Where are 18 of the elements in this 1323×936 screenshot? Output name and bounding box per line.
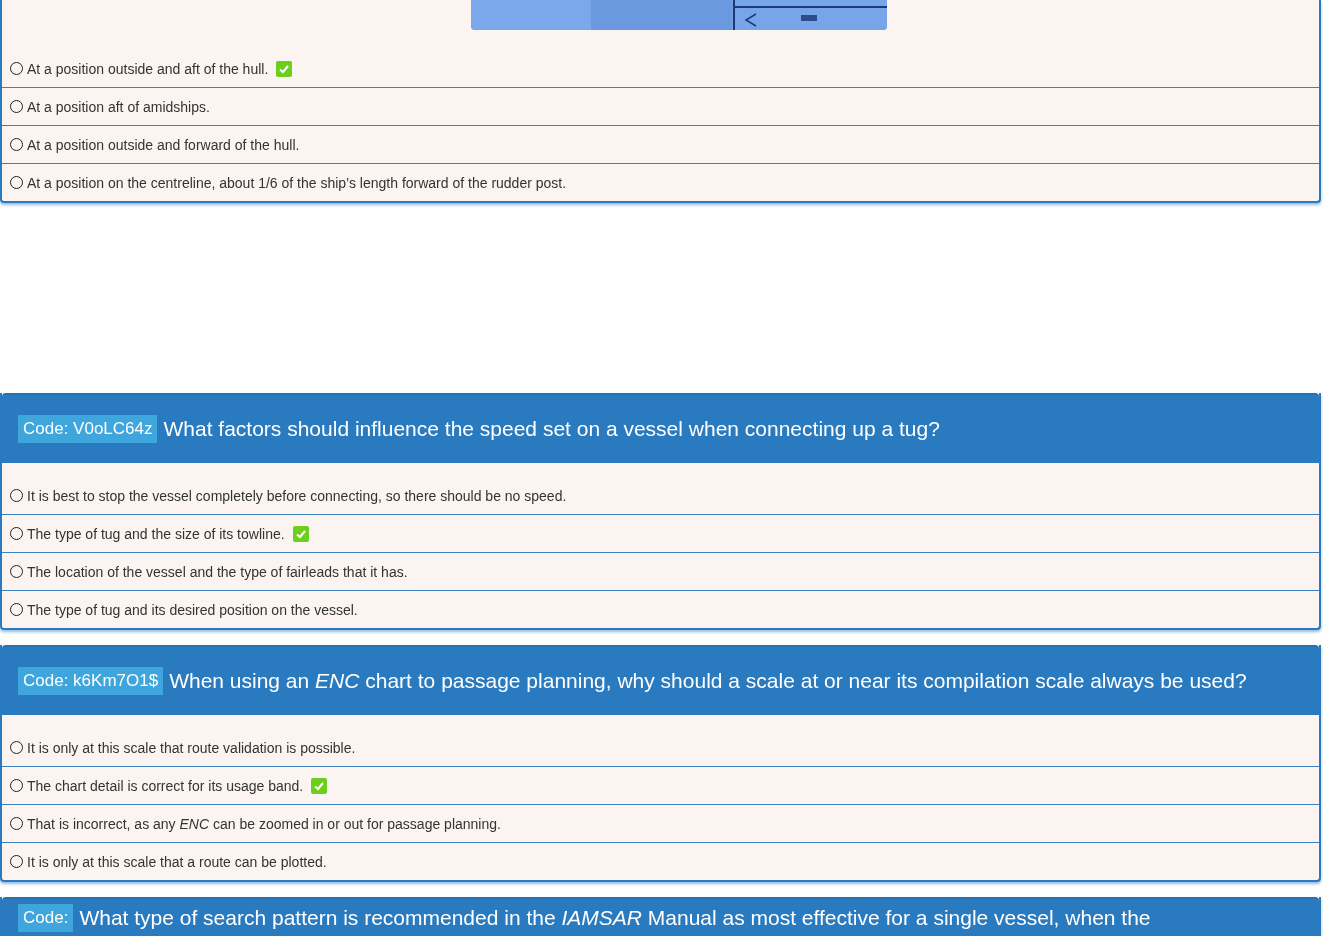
answer-text: It is only at this scale that route validation is possible. <box>27 739 356 756</box>
answer-text: The location of the vessel and the type of fairleads that it has. <box>27 563 408 580</box>
question-text: When using an ENC chart to passage planning, why should a scale at or near its compilation scale always be used? <box>169 669 1247 693</box>
question-text: What type of search pattern is recommended in the IAMSAR Manual as most effective for a single vessel, when the <box>79 906 1151 930</box>
question-code: Code: k6Km7O1$ <box>18 667 164 695</box>
question-code: Code: V0oLC64z <box>18 415 158 443</box>
answer-text: At a position outside and aft of the hull. <box>27 60 269 77</box>
answer-text: At a position aft of amidships. <box>27 98 210 115</box>
answer-text: At a position on the centreline, about 1/6 of the ship’s length forward of the rudder post. <box>27 174 567 191</box>
answer-text: It is best to stop the vessel completely before connecting, so there should be no speed. <box>27 487 567 504</box>
answer-text: The chart detail is correct for its usage band. <box>27 777 304 794</box>
answer-text: It is only at this scale that a route can be plotted. <box>27 853 327 870</box>
answer-text: The type of tug and the size of its towline. <box>27 525 285 542</box>
answer-text: That is incorrect, as any ENC can be zoomed in or out for passage planning. <box>27 815 501 832</box>
answer-text: At a position outside and forward of the hull. <box>27 136 300 153</box>
question-code: Code: <box>18 904 74 932</box>
question-text: What factors should influence the speed set on a vessel when connecting up a tug? <box>163 417 940 441</box>
answer-text: The type of tug and its desired position on the vessel. <box>27 601 358 618</box>
